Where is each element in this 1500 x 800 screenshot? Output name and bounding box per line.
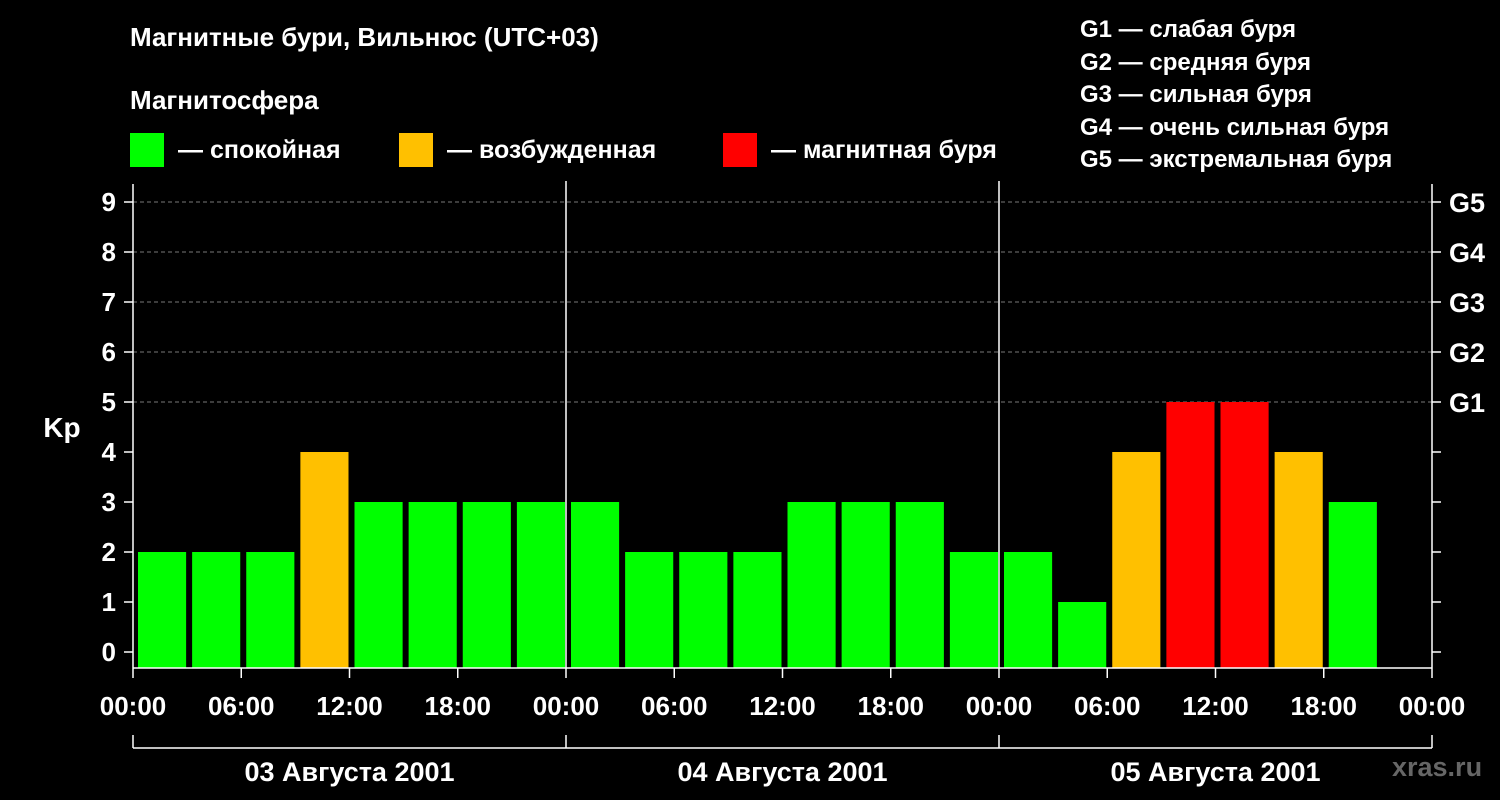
kp-bar [1004, 552, 1053, 668]
day-label: 04 Августа 2001 [677, 757, 887, 787]
y-tick-label: 2 [102, 537, 116, 567]
kp-bar [192, 552, 241, 668]
g-level-label: G5 [1449, 188, 1485, 218]
y-tick-label: 3 [102, 487, 116, 517]
kp-bar [1220, 402, 1269, 668]
kp-bar [300, 452, 349, 668]
kp-chart: 0 1 2 3 4 5 6 7 8 9 G1 G2 G3 G4 G5 Kp 00:00 06:00 12:00 18:… [43, 181, 1485, 787]
g-level-label: G3 [1449, 288, 1485, 318]
watermark: xras.ru [1392, 752, 1483, 782]
grid-layer [133, 201, 1432, 403]
y-tick-label: 9 [102, 187, 116, 217]
kp-bar [1112, 452, 1161, 668]
x-tick-label: 12:00 [749, 691, 816, 721]
kp-bar [571, 502, 620, 668]
kp-bar [516, 502, 565, 668]
x-tick-label: 00:00 [966, 691, 1033, 721]
y-tick-label: 4 [102, 437, 117, 467]
y-tick-label: 7 [102, 287, 116, 317]
kp-bar [841, 502, 890, 668]
kp-bar [625, 552, 674, 668]
x-tick-label: 00:00 [1399, 691, 1466, 721]
label-layer: 0 1 2 3 4 5 6 7 8 9 G1 G2 G3 G4 G5 Kp 00:00 06:00 12:00 18:… [43, 187, 1485, 787]
x-tick-label: 00:00 [100, 691, 167, 721]
y-tick-label: 5 [102, 387, 116, 417]
g-level-label: G1 [1449, 388, 1485, 418]
kp-bar [733, 552, 782, 668]
x-tick-label: 12:00 [316, 691, 383, 721]
g-level-label: G4 [1449, 238, 1485, 268]
g-level-label: G2 [1449, 338, 1485, 368]
kp-bar [246, 552, 295, 668]
day-label: 05 Августа 2001 [1110, 757, 1320, 787]
kp-bar [354, 502, 403, 668]
kp-bar [1058, 602, 1107, 668]
x-tick-label: 18:00 [858, 691, 925, 721]
kp-bar [408, 502, 457, 668]
kp-bar [787, 502, 836, 668]
kp-bar [462, 502, 511, 668]
bar-layer [138, 402, 1377, 668]
kp-bar [1328, 502, 1377, 668]
x-tick-label: 00:00 [533, 691, 600, 721]
kp-bar [949, 552, 998, 668]
x-tick-label: 18:00 [1291, 691, 1358, 721]
kp-bar [1166, 402, 1215, 668]
x-tick-label: 06:00 [641, 691, 708, 721]
kp-bar [1274, 452, 1323, 668]
x-tick-label: 06:00 [1074, 691, 1141, 721]
y-tick-label: 0 [102, 637, 116, 667]
x-tick-label: 18:00 [425, 691, 492, 721]
kp-bar [679, 552, 728, 668]
y-tick-label: 8 [102, 237, 116, 267]
kp-bar [895, 502, 944, 668]
y-tick-label: 1 [102, 587, 116, 617]
day-label: 03 Августа 2001 [244, 757, 454, 787]
kp-bar [138, 552, 187, 668]
x-tick-label: 06:00 [208, 691, 275, 721]
x-tick-label: 12:00 [1182, 691, 1249, 721]
y-axis-title: Kp [43, 412, 80, 443]
y-tick-label: 6 [102, 337, 116, 367]
